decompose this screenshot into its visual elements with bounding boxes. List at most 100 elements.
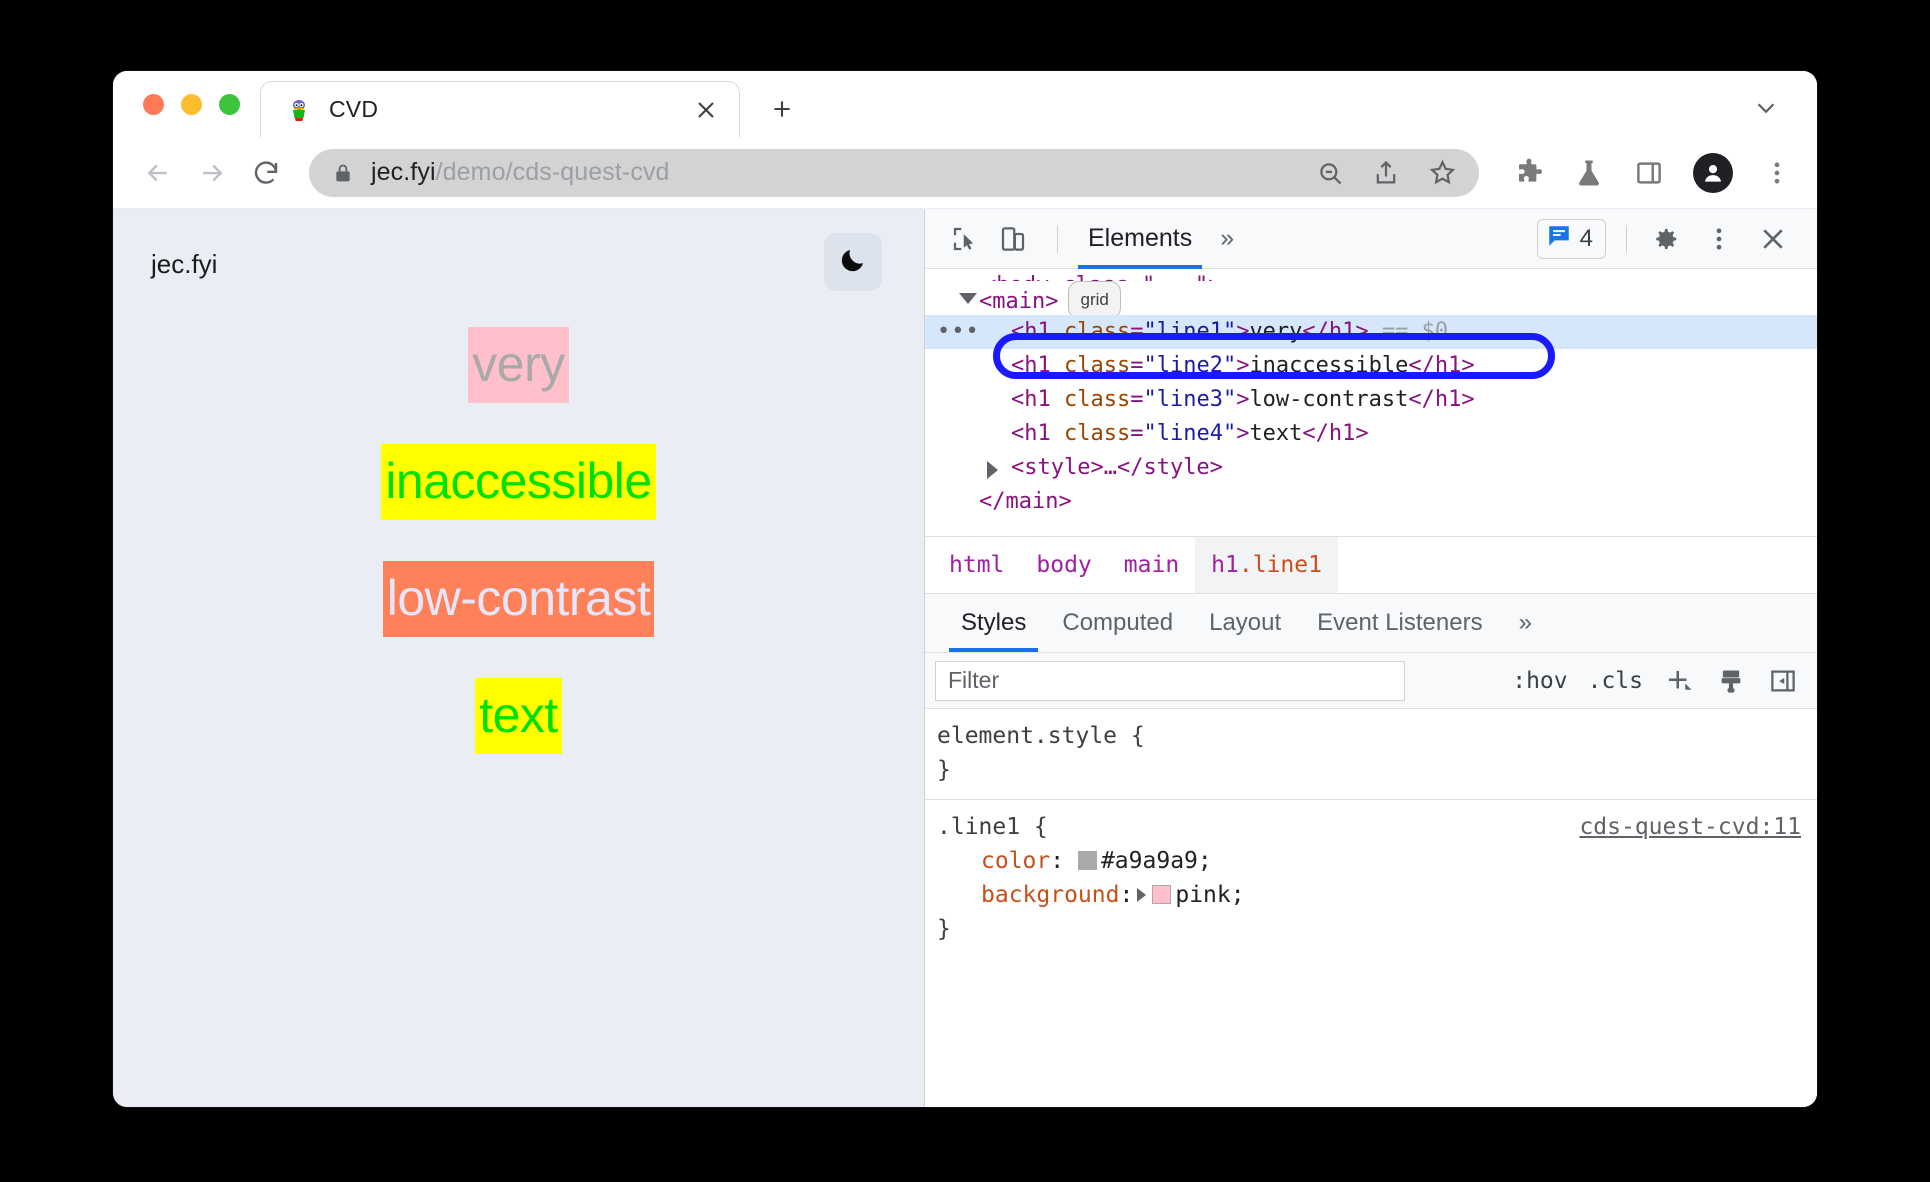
cvd-site-favicon [287,98,311,122]
page-viewport: jec.fyi very inaccessible low-contrast t… [113,209,925,1107]
declaration-background[interactable]: background: pink; [937,878,1801,912]
omnibox-actions [1315,158,1471,188]
styles-filter-input[interactable]: Filter [935,660,1405,701]
new-tab-button[interactable] [762,89,802,129]
moon-icon [838,245,868,280]
color-swatch[interactable] [1152,885,1172,904]
styles-rules-list[interactable]: element.style { } .line1 { cds-quest-cvd… [925,709,1817,1107]
breadcrumb-tag: h1 [1211,552,1239,578]
page-headings: very inaccessible low-contrast text [113,327,924,754]
expand-triangle-icon[interactable] [959,293,977,304]
dom-row-h1-line1-markup: <h1 class="line1">very</h1> == $0 [1011,319,1449,344]
row-options-dots-icon[interactable]: ••• [937,315,980,349]
tab-computed[interactable]: Computed [1044,594,1191,652]
dom-row-h1-line4[interactable]: <h1 class="line4">text</h1> [925,417,1817,451]
gear-icon[interactable] [1647,221,1683,257]
style-rule-selector[interactable]: element.style { [937,723,1145,749]
style-rule-element-style[interactable]: element.style { } [925,709,1817,799]
expand-shorthand-icon[interactable] [1137,888,1147,902]
tab-styles[interactable]: Styles [943,594,1044,652]
chevron-down-icon[interactable] [1749,91,1783,125]
toolbar-divider [1057,224,1058,253]
devtools-more-icon[interactable] [1701,221,1737,257]
dom-row-main-close[interactable]: </main> [925,485,1817,519]
dom-row-h1-line4-markup: <h1 class="line4">text</h1> [1011,421,1369,446]
profile-avatar[interactable] [1693,152,1733,193]
breadcrumb-item-body[interactable]: body [1020,537,1107,593]
hov-toggle-button[interactable]: :hov [1512,668,1567,694]
tab-strip: CVD [113,71,1817,137]
tab-elements[interactable]: Elements [1072,209,1208,269]
chrome-menu-icon[interactable] [1761,157,1793,189]
bookmark-star-icon[interactable] [1427,158,1457,188]
style-rule-selector[interactable]: .line1 { [937,814,1048,840]
computed-sidebar-toggle-icon[interactable] [1767,665,1799,697]
dom-tree[interactable]: <body class="..."> <main> grid ••• <h1 cl… [925,269,1817,537]
declaration-name: background [981,882,1120,908]
dom-row-h1-line1[interactable]: ••• <h1 class="line1">very</h1> == $0 [925,315,1817,349]
style-rule-line1[interactable]: .line1 { cds-quest-cvd:11 color: #a9a9a9… [925,799,1817,958]
dom-row-h1-line2-markup: <h1 class="line2">inaccessible</h1> [1011,353,1475,378]
experiments-flask-icon[interactable] [1573,157,1605,189]
forward-button[interactable] [189,150,235,196]
heading-line4: text [475,678,562,754]
styles-filter-row: Filter :hov .cls [925,653,1817,709]
color-swatch[interactable] [1077,851,1097,870]
zoom-out-icon[interactable] [1315,158,1345,188]
dom-row-body-clipped[interactable]: <body class="..."> [925,269,1817,281]
cls-toggle-button[interactable]: .cls [1588,668,1643,694]
dom-row-main-close-text: </main> [979,489,1072,514]
address-bar-url: jec.fyi/demo/cds-quest-cvd [371,158,670,187]
back-button[interactable] [135,150,181,196]
style-rule-close-brace: } [937,916,951,942]
heading-line1: very [468,327,569,403]
dom-row-h1-line2[interactable]: <h1 class="line2">inaccessible</h1> [925,349,1817,383]
console-message-badge[interactable]: 4 [1536,218,1606,259]
address-bar-path: /demo/cds-quest-cvd [435,158,670,186]
declaration-color[interactable]: color: #a9a9a9; [937,844,1801,878]
declaration-value[interactable]: #a9a9a9 [1101,848,1198,874]
reload-button[interactable] [243,150,289,196]
tab-layout[interactable]: Layout [1191,594,1299,652]
styles-filter-actions: :hov .cls [1512,665,1803,697]
tab-close-icon[interactable] [691,95,721,125]
inspect-element-icon[interactable] [947,221,983,257]
window-minimize-button[interactable] [181,93,202,115]
window-zoom-button[interactable] [219,93,240,115]
plus-new-style-rule-icon[interactable] [1663,665,1695,697]
breadcrumb-item-main[interactable]: main [1108,537,1195,593]
dom-row-h1-line3[interactable]: <h1 class="line3">low-contrast</h1> [925,383,1817,417]
declaration-name: color [981,848,1051,874]
declaration-value[interactable]: pink [1175,882,1230,908]
styles-filter-placeholder: Filter [948,667,1000,693]
paint-brush-icon[interactable] [1715,665,1747,697]
tab-event-listeners[interactable]: Event Listeners [1299,594,1500,652]
styles-pane-tabs: Styles Computed Layout Event Listeners » [925,594,1817,653]
grid-badge[interactable]: grid [1068,281,1121,319]
dark-mode-toggle-button[interactable] [824,233,882,291]
tab-title: CVD [329,96,379,122]
style-rule-source-link[interactable]: cds-quest-cvd:11 [1579,810,1801,844]
more-panels-icon[interactable]: » [1208,224,1246,253]
devtools-panel: Elements » 4 <main> grid ••• <h1 class="… [925,209,1817,1107]
address-bar[interactable]: jec.fyi/demo/cds-quest-cvd [309,148,1479,197]
extensions-icon[interactable] [1513,157,1545,189]
device-toolbar-icon[interactable] [995,221,1031,257]
devtools-toolbar: Elements » 4 [925,209,1817,269]
devtools-toolbar-right: 4 [1536,218,1803,259]
breadcrumb: html body main h1 .line1 [925,537,1817,594]
breadcrumb-item-h1-line1[interactable]: h1 .line1 [1195,537,1338,593]
dom-row-main-open[interactable]: <main> grid [925,281,1817,319]
toolbar-extension-icons [1513,152,1793,193]
collapse-triangle-icon[interactable] [987,461,998,479]
page-site-name: jec.fyi [151,249,218,279]
share-icon[interactable] [1371,158,1401,188]
browser-tab-cvd[interactable]: CVD [260,81,740,137]
breadcrumb-item-html[interactable]: html [933,537,1020,593]
devtools-close-icon[interactable] [1755,221,1791,257]
heading-line2: inaccessible [381,444,656,520]
styles-tabs-more-icon[interactable]: » [1501,594,1550,652]
window-close-button[interactable] [143,93,164,115]
dom-row-style[interactable]: <style>…</style> [925,451,1817,485]
side-panel-icon[interactable] [1633,157,1665,189]
